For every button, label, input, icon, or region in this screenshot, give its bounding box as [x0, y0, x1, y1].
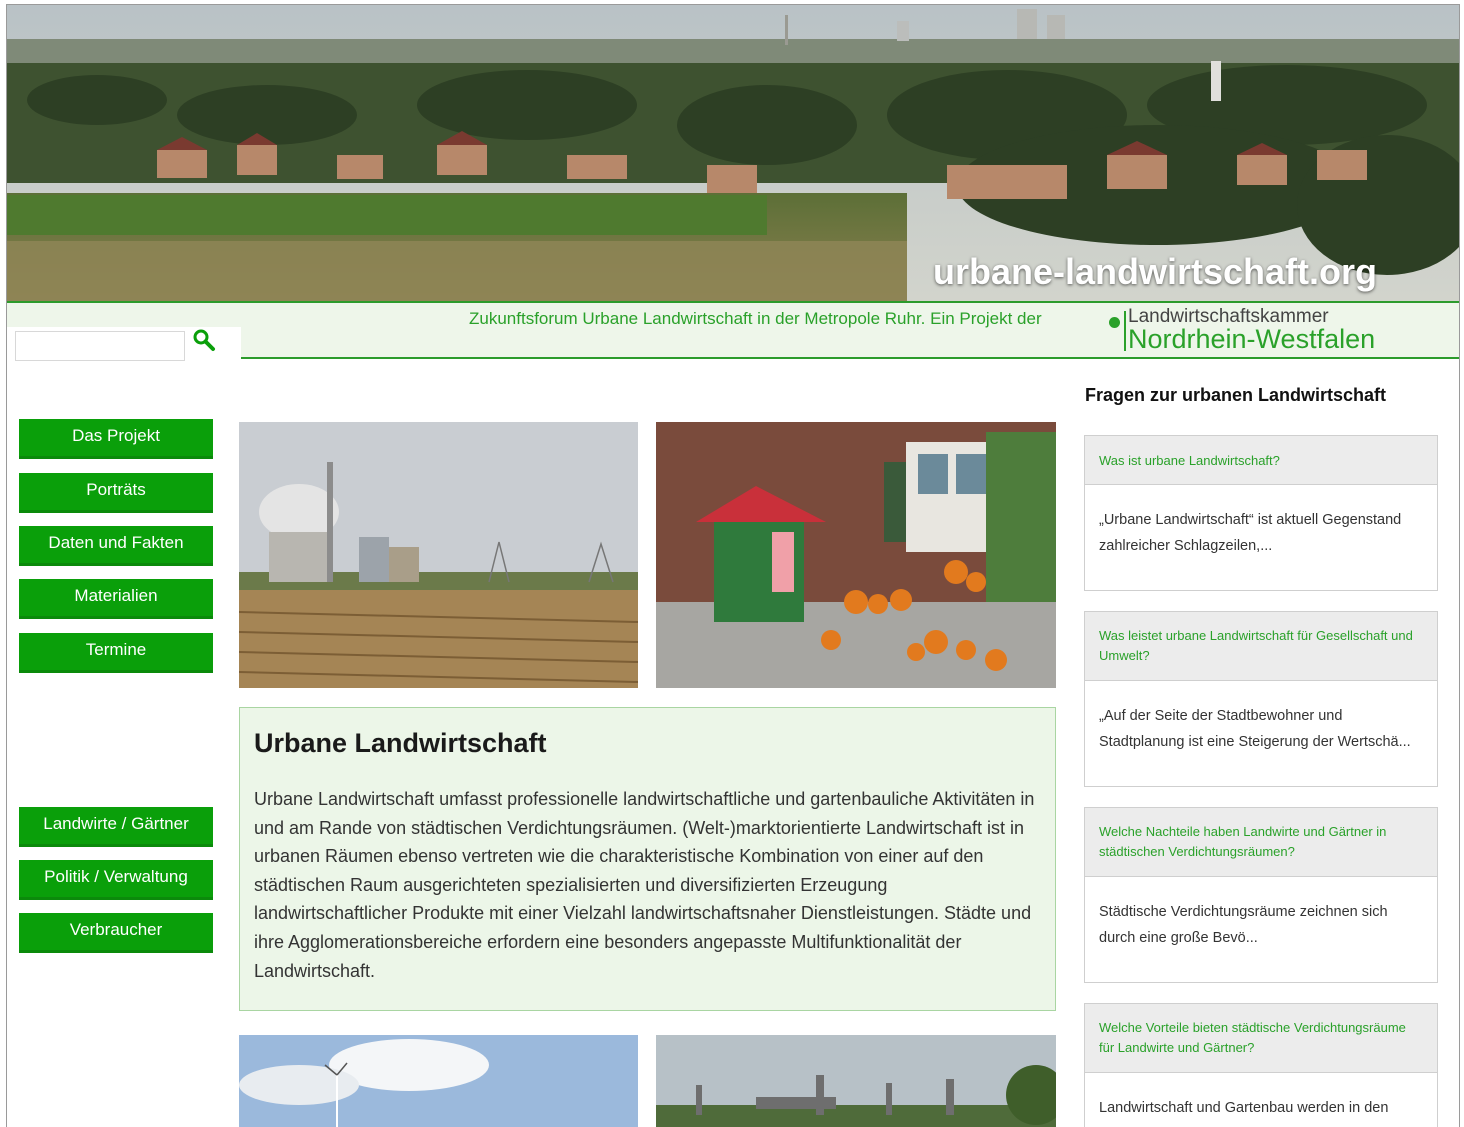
nav-landwirte-gaertner[interactable]: Landwirte / Gärtner	[19, 807, 213, 847]
nav-politik-verwaltung[interactable]: Politik / Verwaltung	[19, 860, 213, 900]
partner-logo-bar	[1124, 311, 1126, 351]
photo-industrial-skyline[interactable]	[656, 1035, 1056, 1127]
partner-logo-dot	[1109, 317, 1120, 328]
faq-question[interactable]: Was ist urbane Landwirtschaft?	[1085, 436, 1437, 485]
faq-answer: „Auf der Seite der Stadtbewohner und Sta…	[1099, 708, 1411, 750]
nav-verbraucher[interactable]: Verbraucher	[19, 913, 213, 953]
site-title[interactable]: urbane-landwirtschaft.org	[933, 251, 1377, 293]
photo-power-plant-field[interactable]	[239, 422, 638, 688]
faq-answer: Städtische Verdichtungsräume zeichnen si…	[1099, 904, 1388, 946]
partner-logo-bottom[interactable]: Nordrhein-Westfalen	[1128, 324, 1375, 355]
faq-card[interactable]: Welche Vorteile bieten städtische Verdic…	[1084, 1003, 1438, 1127]
faq-answer: „Urbane Landwirtschaft“ ist aktuell Gege…	[1099, 512, 1402, 554]
page-frame: urbane-landwirtschaft.org Zukunftsforum …	[6, 4, 1460, 1127]
search-input[interactable]	[15, 331, 185, 361]
faq-card[interactable]: Was ist urbane Landwirtschaft? „Urbane L…	[1084, 435, 1438, 591]
faq-question[interactable]: Was leistet urbane Landwirtschaft für Ge…	[1085, 612, 1437, 681]
faq-answer: Landwirtschaft und Gartenbau werden in d…	[1099, 1100, 1389, 1116]
faq-question[interactable]: Welche Nachteile haben Landwirte und Gär…	[1085, 808, 1437, 877]
intro-panel: Urbane Landwirtschaft Urbane Landwirtsch…	[239, 707, 1056, 1011]
intro-title: Urbane Landwirtschaft	[254, 728, 547, 758]
project-tagline: Zukunftsforum Urbane Landwirtschaft in d…	[469, 309, 1042, 328]
faq-card[interactable]: Was leistet urbane Landwirtschaft für Ge…	[1084, 611, 1438, 787]
search-icon[interactable]	[191, 327, 217, 353]
faq-card[interactable]: Welche Nachteile haben Landwirte und Gär…	[1084, 807, 1438, 983]
intro-text: Urbane Landwirtschaft umfasst profession…	[254, 789, 1035, 981]
photo-wind-turbines[interactable]	[239, 1035, 638, 1127]
nav-termine[interactable]: Termine	[19, 633, 213, 673]
faq-heading: Fragen zur urbanen Landwirtschaft	[1085, 385, 1387, 405]
nav-das-projekt[interactable]: Das Projekt	[19, 419, 213, 459]
nav-daten-und-fakten[interactable]: Daten und Fakten	[19, 526, 213, 566]
nav-materialien[interactable]: Materialien	[19, 579, 213, 619]
nav-portraets[interactable]: Porträts	[19, 473, 213, 513]
photo-farm-shop-pumpkins[interactable]	[656, 422, 1056, 688]
faq-question[interactable]: Welche Vorteile bieten städtische Verdic…	[1085, 1004, 1437, 1073]
